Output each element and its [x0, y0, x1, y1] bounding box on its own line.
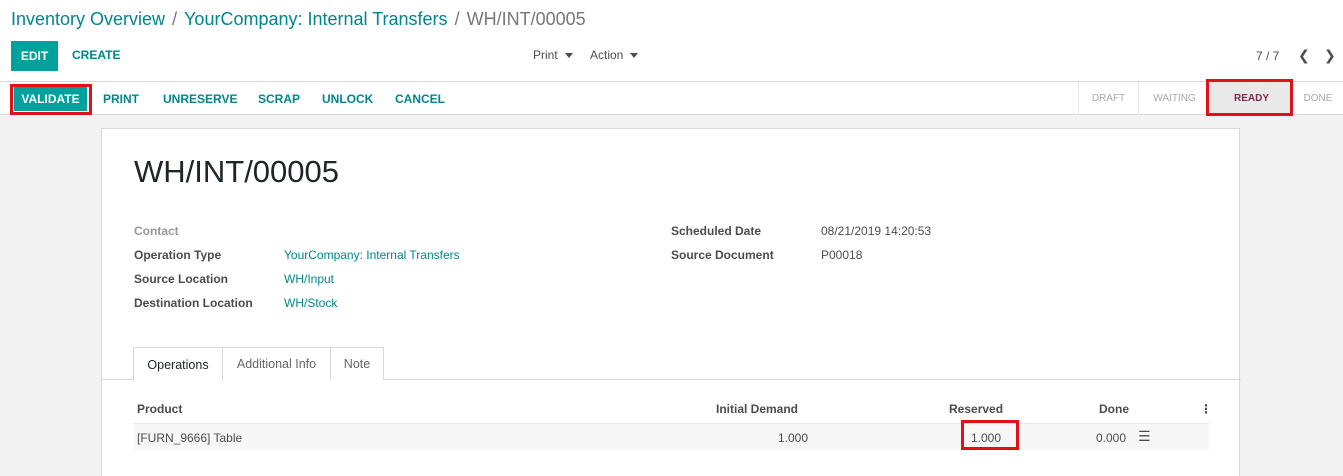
breadcrumb-separator: /	[454, 9, 460, 29]
breadcrumb: Inventory Overview / YourCompany: Intern…	[11, 9, 586, 30]
action-dropdown[interactable]: Action	[590, 48, 639, 62]
source-document-value: P00018	[821, 248, 863, 262]
record-title: WH/INT/00005	[134, 154, 340, 189]
table-row[interactable]: [FURN_9666] Table 1.000 1.000 0.000 ☰	[134, 423, 1209, 450]
stage-done[interactable]: DONE	[1292, 82, 1343, 115]
column-header-reserved[interactable]: Reserved	[949, 402, 1003, 416]
tab-additional-info[interactable]: Additional Info	[222, 347, 331, 380]
breadcrumb-separator: /	[172, 9, 178, 29]
cancel-button[interactable]: CANCEL	[395, 92, 445, 106]
tab-note[interactable]: Note	[330, 347, 384, 380]
edit-button[interactable]: EDIT	[11, 41, 58, 71]
column-options-icon[interactable]: ⋮	[1200, 402, 1212, 416]
row-initial-demand: 1.000	[778, 431, 809, 445]
unlock-button[interactable]: UNLOCK	[322, 92, 373, 106]
contact-label: Contact	[134, 224, 179, 238]
caret-down-icon	[564, 52, 573, 58]
print-dropdown-label: Print	[533, 48, 558, 62]
tab-operations[interactable]: Operations	[133, 347, 223, 381]
operation-type-link[interactable]: YourCompany: Internal Transfers	[284, 248, 460, 262]
scheduled-date-label: Scheduled Date	[671, 224, 762, 238]
column-header-initial-demand[interactable]: Initial Demand	[716, 402, 798, 416]
breadcrumb-internal-transfers[interactable]: YourCompany: Internal Transfers	[184, 9, 447, 30]
pager-value[interactable]: 7 / 7	[1256, 49, 1279, 63]
form-sheet: WH/INT/00005 Contact Operation Type Your…	[101, 128, 1241, 476]
detailed-operations-icon[interactable]: ☰	[1138, 428, 1151, 445]
create-button[interactable]: CREATE	[72, 48, 120, 62]
reserved-highlight	[961, 420, 1019, 450]
row-done: 0.000	[1096, 431, 1127, 445]
chevron-left-icon[interactable]: ❮	[1298, 47, 1310, 64]
breadcrumb-inventory-overview[interactable]: Inventory Overview	[11, 9, 165, 30]
stage-draft[interactable]: DRAFT	[1078, 82, 1138, 115]
action-dropdown-label: Action	[590, 48, 624, 62]
source-location-label: Source Location	[134, 272, 229, 286]
column-header-done[interactable]: Done	[1099, 402, 1129, 416]
source-document-label: Source Document	[671, 248, 774, 262]
validate-highlight	[10, 84, 92, 115]
stage-waiting[interactable]: WAITING	[1138, 82, 1210, 115]
row-product: [FURN_9666] Table	[137, 431, 243, 445]
breadcrumb-current: WH/INT/00005	[466, 9, 586, 29]
source-location-link[interactable]: WH/Input	[284, 272, 334, 286]
notebook-tabs: Operations Additional Info Note	[102, 347, 1241, 381]
destination-location-link[interactable]: WH/Stock	[284, 296, 337, 310]
destination-location-label: Destination Location	[134, 296, 253, 310]
scheduled-date-value: 08/21/2019 14:20:53	[821, 224, 932, 238]
control-panel: Inventory Overview / YourCompany: Intern…	[0, 0, 1343, 82]
operation-type-label: Operation Type	[134, 248, 222, 262]
scrap-button[interactable]: SCRAP	[258, 92, 300, 106]
ready-stage-highlight	[1206, 79, 1293, 116]
caret-down-icon	[630, 52, 639, 58]
print-button[interactable]: PRINT	[103, 92, 139, 106]
chevron-right-icon[interactable]: ❯	[1324, 47, 1336, 64]
column-header-product[interactable]: Product	[137, 402, 182, 416]
unreserve-button[interactable]: UNRESERVE	[163, 92, 237, 106]
print-dropdown[interactable]: Print	[533, 48, 573, 62]
